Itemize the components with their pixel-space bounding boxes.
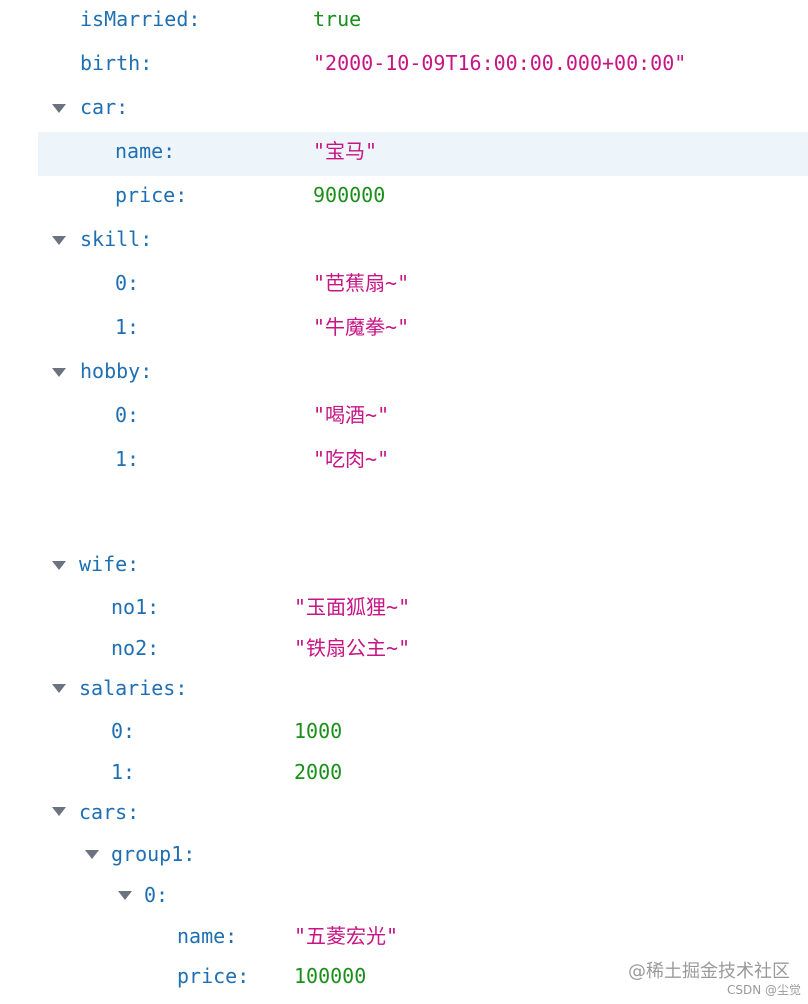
json-row-car-name: name: "宝马": [38, 132, 808, 176]
json-key: wife:: [79, 552, 140, 576]
json-key: 0:: [115, 271, 140, 295]
watermark-source: CSDN @尘觉: [727, 983, 802, 997]
watermark-site: @稀土掘金技术社区: [628, 961, 790, 982]
json-key: 0:: [111, 719, 136, 743]
expand-arrow-icon[interactable]: [52, 104, 66, 113]
json-row-hobby-1: 1: "吃肉~": [0, 440, 808, 484]
json-key: skill:: [80, 227, 153, 251]
json-key: no2:: [111, 636, 160, 660]
json-key: isMarried:: [80, 7, 201, 31]
json-value-string: "牛魔拳~": [313, 315, 410, 339]
json-value-number: 900000: [313, 183, 386, 207]
json-value-number: 2000: [294, 760, 343, 784]
json-row-ismarried: isMarried: true: [0, 0, 808, 44]
json-key: name:: [177, 924, 238, 948]
json-key: 1:: [115, 447, 140, 471]
json-value-string: "吃肉~": [313, 447, 390, 471]
expand-arrow-icon[interactable]: [52, 684, 66, 693]
json-row-car[interactable]: car:: [0, 88, 808, 132]
json-key: cars:: [79, 800, 140, 824]
json-key: car:: [80, 95, 129, 119]
json-row-cars-group1-0-name: name: "五菱宏光": [0, 915, 808, 956]
json-row-cars[interactable]: cars:: [0, 792, 808, 833]
expand-arrow-icon[interactable]: [85, 850, 99, 859]
json-key: name:: [115, 139, 176, 163]
expand-arrow-icon[interactable]: [118, 891, 132, 900]
json-row-skill-1: 1: "牛魔拳~": [0, 308, 808, 352]
json-row-wife[interactable]: wife:: [0, 546, 808, 587]
json-value-string: "铁扇公主~": [294, 636, 411, 660]
json-row-hobby-0: 0: "喝酒~": [0, 396, 808, 440]
json-value-string: "芭蕉扇~": [313, 271, 410, 295]
json-key: 1:: [111, 760, 136, 784]
json-row-salaries-1: 1: 2000: [0, 751, 808, 792]
json-key: 0:: [144, 883, 169, 907]
json-key: birth:: [80, 51, 153, 75]
json-row-car-price: price: 900000: [0, 176, 808, 220]
json-key: salaries:: [79, 676, 188, 700]
json-key: 1:: [115, 315, 140, 339]
json-value-number: 1000: [294, 719, 343, 743]
json-key: price:: [115, 183, 188, 207]
json-row-cars-group1[interactable]: group1:: [0, 833, 808, 874]
json-row-salaries-0: 0: 1000: [0, 710, 808, 751]
json-value-string: "五菱宏光": [294, 924, 399, 948]
json-value-string: "2000-10-09T16:00:00.000+00:00": [313, 51, 687, 75]
json-value-number: 100000: [294, 964, 367, 988]
json-value-boolean: true: [313, 7, 362, 31]
json-row-wife-no2: no2: "铁扇公主~": [0, 628, 808, 669]
json-value-string: "喝酒~": [313, 403, 390, 427]
json-row-skill-0: 0: "芭蕉扇~": [0, 264, 808, 308]
expand-arrow-icon[interactable]: [52, 368, 66, 377]
expand-arrow-icon[interactable]: [52, 236, 66, 245]
json-row-skill[interactable]: skill:: [0, 220, 808, 264]
json-row-salaries[interactable]: salaries:: [0, 669, 808, 710]
json-row-wife-no1: no1: "玉面狐狸~": [0, 587, 808, 628]
json-row-hobby[interactable]: hobby:: [0, 352, 808, 396]
json-key: price:: [177, 964, 250, 988]
json-key: 0:: [115, 403, 140, 427]
json-row-cars-group1-0[interactable]: 0:: [0, 874, 808, 915]
expand-arrow-icon[interactable]: [52, 561, 66, 570]
expand-arrow-icon[interactable]: [52, 807, 66, 816]
json-key: hobby:: [80, 359, 153, 383]
json-key: group1:: [111, 842, 196, 866]
json-value-string: "宝马": [313, 139, 378, 163]
json-row-birth: birth: "2000-10-09T16:00:00.000+00:00": [0, 44, 808, 88]
json-value-string: "玉面狐狸~": [294, 595, 411, 619]
json-key: no1:: [111, 595, 160, 619]
